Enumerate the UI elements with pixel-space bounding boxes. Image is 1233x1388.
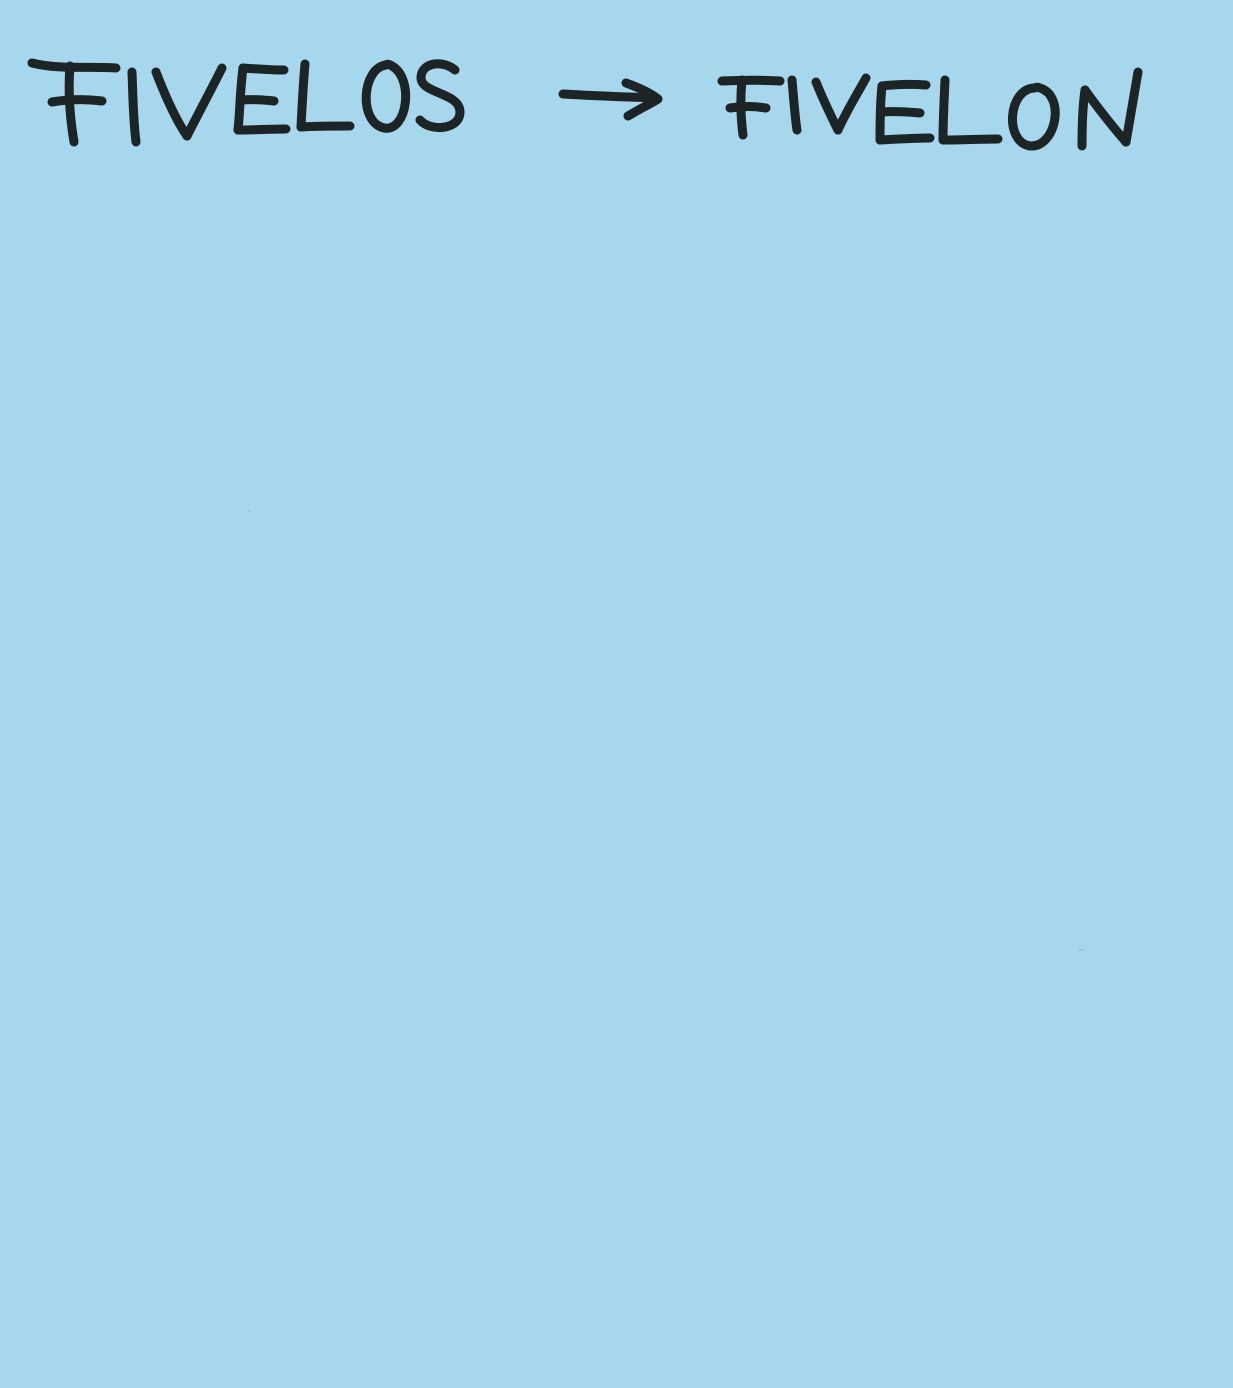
word-fivelon xyxy=(717,67,1143,151)
handwritten-note xyxy=(27,58,1143,151)
paper-speck xyxy=(1078,949,1084,951)
paper-speck xyxy=(247,510,251,512)
sticky-note xyxy=(0,0,1233,1388)
arrow-icon xyxy=(558,78,663,121)
word-fivelos xyxy=(27,58,465,147)
